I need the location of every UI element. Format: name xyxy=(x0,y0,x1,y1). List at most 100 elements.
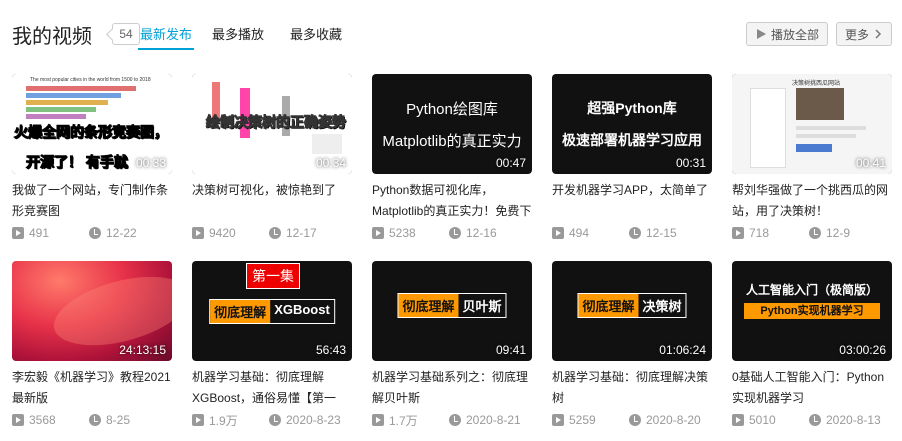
thumb-tag-b: 决策树 xyxy=(642,299,682,314)
thumb-tag-a: 彻底理解 xyxy=(210,300,271,323)
video-card[interactable]: 决策树挑西瓜网站 00:41 帮刘华强做了一个挑西瓜的网站，用了决策树！ 718… xyxy=(732,74,892,241)
video-duration: 03:00:26 xyxy=(839,343,886,357)
video-thumbnail[interactable]: 24:13:15 xyxy=(12,261,172,361)
play-count: 9420 xyxy=(209,226,236,240)
thumb-tag-b: 贝叶斯 xyxy=(462,299,502,314)
play-count: 1.7万 xyxy=(389,413,418,428)
play-count-icon xyxy=(12,414,24,426)
video-duration: 00:47 xyxy=(495,156,526,170)
play-count-icon xyxy=(372,227,384,239)
tab-most-played[interactable]: 最多播放 xyxy=(204,14,272,50)
thumb-tag-b: XGBoost xyxy=(274,302,330,317)
video-thumbnail[interactable]: Python绘图库 Matplotlib的真正实力 00:47 xyxy=(372,74,532,174)
publish-date: 2020-8-23 xyxy=(286,413,341,427)
thumb-chart-title: The most popular cities in the world fro… xyxy=(30,77,151,83)
thumb-overlay-line2: Python实现机器学习 xyxy=(744,303,880,319)
tab-latest[interactable]: 最新发布 xyxy=(138,14,195,50)
thumb-episode-badge: 第一集 xyxy=(246,263,300,289)
video-card[interactable]: 绘制决策树的正确姿势 00:34 决策树可视化，被惊艳到了 9420 12-17 xyxy=(192,74,352,241)
play-count-icon xyxy=(552,414,564,426)
video-thumbnail[interactable]: 绘制决策树的正确姿势 00:34 xyxy=(192,74,352,174)
clock-icon xyxy=(269,414,281,426)
thumb-overlay-line2: 极速部署机器学习应用 xyxy=(562,132,702,148)
play-count-icon xyxy=(12,227,24,239)
video-card[interactable]: 超强Python库 极速部署机器学习应用 00:31 开发机器学习APP，太简单… xyxy=(552,74,712,241)
video-card[interactable]: 第一集 彻底理解 XGBoost 56:43 机器学习基础：彻底理解XGBoos… xyxy=(192,261,352,428)
play-count: 491 xyxy=(29,226,50,240)
video-thumbnail[interactable]: 超强Python库 极速部署机器学习应用 00:31 xyxy=(552,74,712,174)
video-duration: 00:41 xyxy=(855,156,886,170)
play-count: 5010 xyxy=(749,413,776,427)
play-all-button[interactable]: 播放全部 xyxy=(745,22,828,46)
play-count: 718 xyxy=(749,226,770,240)
clock-icon xyxy=(449,414,461,426)
video-title[interactable]: 帮刘华强做了一个挑西瓜的网站，用了决策树！ xyxy=(732,180,892,222)
play-count-icon xyxy=(192,227,204,239)
video-title[interactable]: 机器学习基础：彻底理解决策树 xyxy=(552,367,712,409)
publish-date: 12-16 xyxy=(466,226,497,240)
video-card[interactable]: 彻底理解 决策树 01:06:24 机器学习基础：彻底理解决策树 5259 20… xyxy=(552,261,712,428)
clock-icon xyxy=(89,414,101,426)
play-count: 5259 xyxy=(569,413,596,427)
section-title: 我的视频 xyxy=(12,26,92,48)
thumb-overlay-line1: 绘制决策树的正确姿势 xyxy=(206,114,347,131)
thumb-overlay-line2: Matplotlib的真正实力 xyxy=(382,133,522,150)
video-title[interactable]: 开发机器学习APP，太简单了 xyxy=(552,180,712,222)
play-count-icon xyxy=(192,414,204,426)
more-label: 更多 xyxy=(844,27,869,42)
chevron-right-icon xyxy=(875,29,882,39)
video-thumbnail[interactable]: 决策树挑西瓜网站 00:41 xyxy=(732,74,892,174)
play-count-icon xyxy=(372,414,384,426)
thumb-tag-a: 彻底理解 xyxy=(578,294,639,317)
thumb-overlay-line2: 开源了！ 有手就 xyxy=(26,154,129,171)
thumb-overlay-line1: 火爆全网的条形竞赛图， xyxy=(14,124,169,141)
video-title[interactable]: 李宏毅《机器学习》教程2021最新版 xyxy=(12,367,172,409)
video-card[interactable]: The most popular cities in the world fro… xyxy=(12,74,172,241)
video-thumbnail[interactable]: 第一集 彻底理解 XGBoost 56:43 xyxy=(192,261,352,361)
play-count: 5238 xyxy=(389,226,416,240)
video-card[interactable]: 人工智能入门（极简版） Python实现机器学习 03:00:26 0基础人工智… xyxy=(732,261,892,428)
publish-date: 12-22 xyxy=(106,226,137,240)
play-count-icon xyxy=(552,227,564,239)
play-count: 1.9万 xyxy=(209,413,238,428)
publish-date: 12-17 xyxy=(286,226,317,240)
video-thumbnail[interactable]: 人工智能入门（极简版） Python实现机器学习 03:00:26 xyxy=(732,261,892,361)
publish-date: 12-15 xyxy=(646,226,677,240)
thumb-caption: 决策树挑西瓜网站 xyxy=(792,81,841,87)
video-duration: 56:43 xyxy=(315,343,346,357)
clock-icon xyxy=(629,227,641,239)
more-button[interactable]: 更多 xyxy=(835,22,892,46)
publish-date: 2020-8-21 xyxy=(466,413,521,427)
video-title[interactable]: 我做了一个网站，专门制作条形竞赛图 xyxy=(12,180,172,222)
video-duration: 01:06:24 xyxy=(659,343,706,357)
clock-icon xyxy=(809,227,821,239)
play-count-icon xyxy=(732,227,744,239)
play-count: 494 xyxy=(569,226,590,240)
tab-most-favorited[interactable]: 最多收藏 xyxy=(282,14,350,50)
video-duration: 00:31 xyxy=(675,156,706,170)
video-duration: 00:33 xyxy=(135,156,166,170)
video-duration: 24:13:15 xyxy=(119,343,166,357)
publish-date: 2020-8-13 xyxy=(826,413,881,427)
video-count-badge: 54 xyxy=(112,23,140,45)
video-title[interactable]: Python数据可视化库，Matplotlib的真正实力！免费下 xyxy=(372,180,532,222)
video-thumbnail[interactable]: 彻底理解 决策树 01:06:24 xyxy=(552,261,712,361)
video-title[interactable]: 0基础人工智能入门：Python实现机器学习 xyxy=(732,367,892,409)
thumb-tag-a: 彻底理解 xyxy=(398,294,459,317)
video-card[interactable]: Python绘图库 Matplotlib的真正实力 00:47 Python数据… xyxy=(372,74,532,241)
clock-icon xyxy=(809,414,821,426)
video-duration: 09:41 xyxy=(495,343,526,357)
video-thumbnail[interactable]: The most popular cities in the world fro… xyxy=(12,74,172,174)
publish-date: 2020-8-20 xyxy=(646,413,701,427)
video-section-header: 我的视频 54 最新发布 最多播放 最多收藏 播放全部 更多 xyxy=(12,14,892,50)
play-count-icon xyxy=(732,414,744,426)
thumb-overlay-line1: Python绘图库 xyxy=(406,101,498,118)
video-card[interactable]: 24:13:15 李宏毅《机器学习》教程2021最新版 3568 8-25 xyxy=(12,261,172,428)
publish-date: 12-9 xyxy=(826,226,851,240)
video-title[interactable]: 机器学习基础：彻底理解XGBoost，通俗易懂【第一 xyxy=(192,367,352,409)
video-card[interactable]: 彻底理解 贝叶斯 09:41 机器学习基础系列之：彻底理解贝叶斯 1.7万 20… xyxy=(372,261,532,428)
play-count: 3568 xyxy=(29,413,56,427)
video-title[interactable]: 决策树可视化，被惊艳到了 xyxy=(192,180,352,222)
video-thumbnail[interactable]: 彻底理解 贝叶斯 09:41 xyxy=(372,261,532,361)
video-title[interactable]: 机器学习基础系列之：彻底理解贝叶斯 xyxy=(372,367,532,409)
